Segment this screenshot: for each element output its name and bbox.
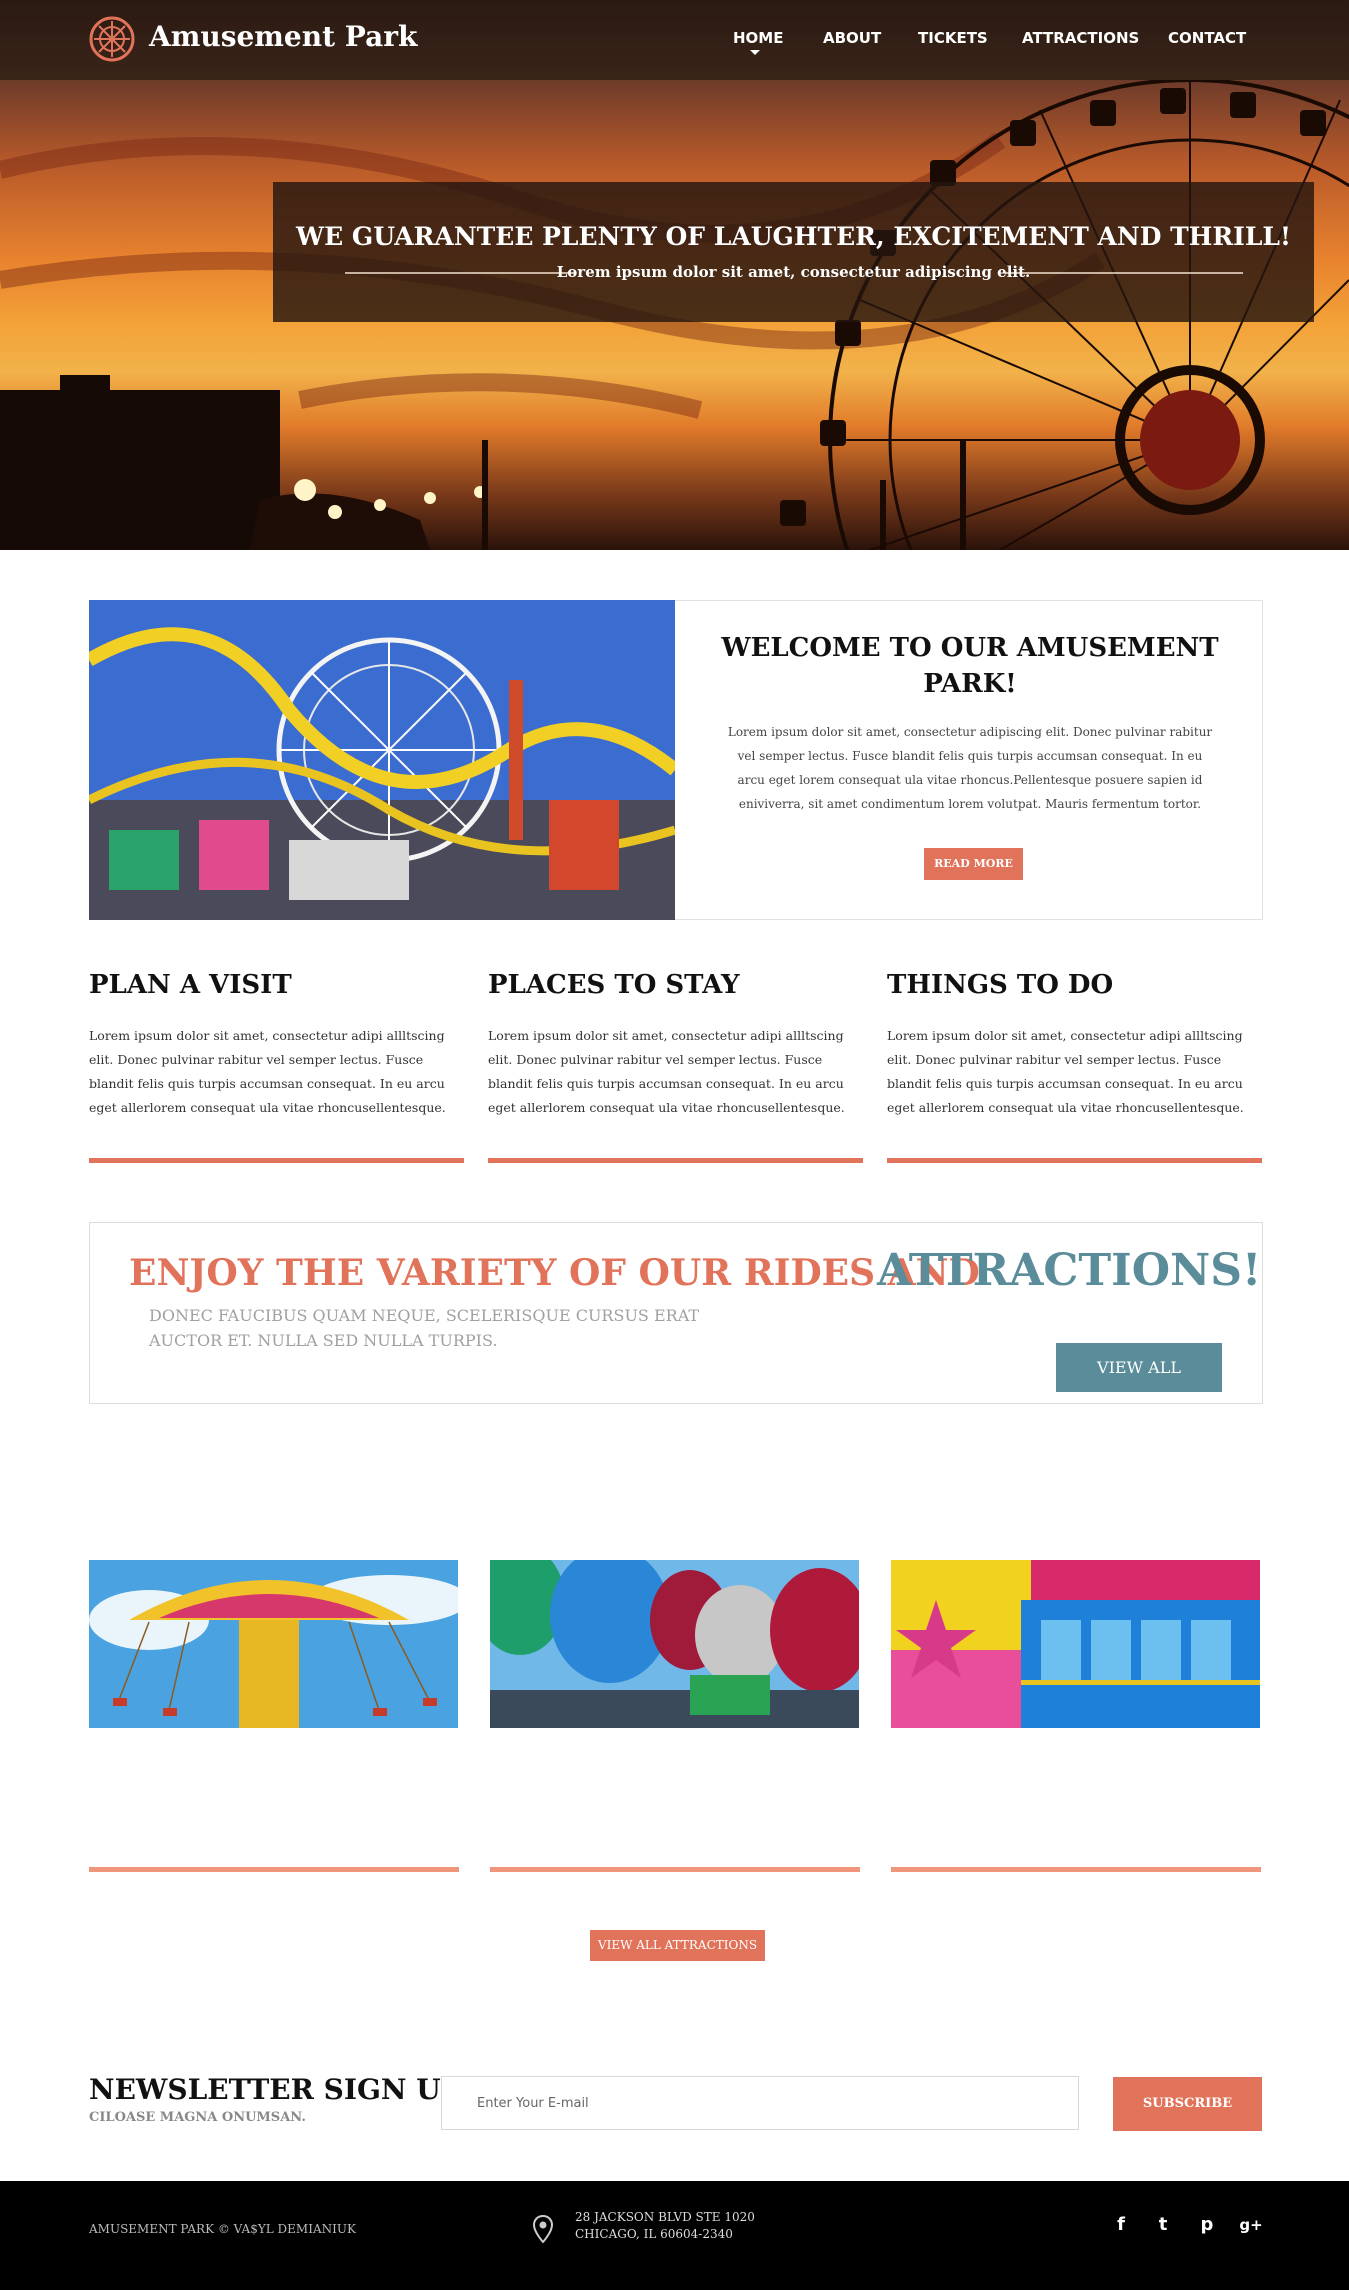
google-plus-icon[interactable]: g+ [1238, 2212, 1264, 2238]
subscribe-button[interactable]: SUBSCRIBE [1113, 2077, 1262, 2131]
view-all-button[interactable]: VIEW ALL [1056, 1343, 1222, 1392]
footer-address-line1: 28 JACKSON BLVD STE 1020 [575, 2210, 755, 2224]
hero-banner [273, 182, 1314, 322]
attraction-3-divider [891, 1867, 1261, 1872]
nav-contact[interactable]: CONTACT [1168, 29, 1246, 47]
twitter-icon[interactable]: t [1150, 2212, 1176, 2238]
things-to-do-divider [887, 1158, 1262, 1163]
enjoy-subtitle: DONEC FAUCIBUS QUAM NEQUE, SCELERISQUE C… [149, 1306, 700, 1350]
attraction-2-divider [490, 1867, 860, 1872]
read-more-button[interactable]: READ MORE [924, 848, 1023, 880]
places-to-stay-text: Lorem ipsum dolor sit amet, consectetur … [488, 1028, 845, 1115]
welcome-amusement-park-image [89, 600, 675, 920]
newsletter-email-input[interactable] [441, 2076, 1079, 2130]
brand-name[interactable]: Amusement Park [149, 20, 417, 53]
footer-copyright: AMUSEMENT PARK © VA$YL DEMIANIUK [89, 2222, 356, 2236]
enjoy-title-part1: ENJOY THE VARIETY OF OUR RIDES AND [129, 1252, 980, 1294]
newsletter-title: NEWSLETTER SIGN UP [89, 2073, 462, 2106]
things-to-do-title: THINGS TO DO [887, 970, 1114, 1000]
newsletter-subtitle: CILOASE MAGNA ONUMSAN. [89, 2110, 306, 2125]
ferris-wheel-logo-icon[interactable] [88, 15, 136, 63]
attraction-swing-ride-image[interactable] [89, 1560, 458, 1728]
location-pin-icon [533, 2215, 553, 2243]
plan-a-visit-title: PLAN A VISIT [89, 970, 292, 1000]
things-to-do-text: Lorem ipsum dolor sit amet, consectetur … [887, 1028, 1244, 1115]
nav-attractions[interactable]: ATTRACTIONS [1022, 29, 1139, 47]
places-to-stay-title: PLACES TO STAY [488, 970, 740, 1000]
attraction-balloon-ride-image[interactable] [490, 1560, 859, 1728]
places-to-stay-divider [488, 1158, 863, 1163]
hero-title: WE GUARANTEE PLENTY OF LAUGHTER, EXCITEM… [296, 222, 1291, 251]
pinterest-icon[interactable]: p [1194, 2212, 1220, 2238]
plan-a-visit-text: Lorem ipsum dolor sit amet, consectetur … [89, 1028, 446, 1115]
attraction-1-divider [89, 1867, 459, 1872]
welcome-title: WELCOME TO OUR AMUSEMENT PARK! [721, 633, 1219, 699]
enjoy-title-part2: ATTRACTIONS! [877, 1245, 1262, 1296]
facebook-icon[interactable]: f [1108, 2212, 1134, 2238]
attraction-crazy-ride-image[interactable] [891, 1560, 1260, 1728]
active-nav-caret-icon [750, 50, 760, 55]
plan-a-visit-divider [89, 1158, 464, 1163]
welcome-text: Lorem ipsum dolor sit amet, consectetur … [727, 725, 1213, 811]
hero-subtitle: Lorem ipsum dolor sit amet, consectetur … [556, 263, 1031, 281]
nav-about[interactable]: ABOUT [823, 29, 881, 47]
view-all-attractions-button[interactable]: VIEW ALL ATTRACTIONS [590, 1930, 765, 1961]
nav-home[interactable]: HOME [733, 29, 783, 47]
site-header: Amusement Park HOME ABOUT TICKETS ATTRAC… [0, 0, 1349, 80]
footer-address-line2: CHICAGO, IL 60604-2340 [575, 2227, 733, 2241]
nav-tickets[interactable]: TICKETS [918, 29, 988, 47]
